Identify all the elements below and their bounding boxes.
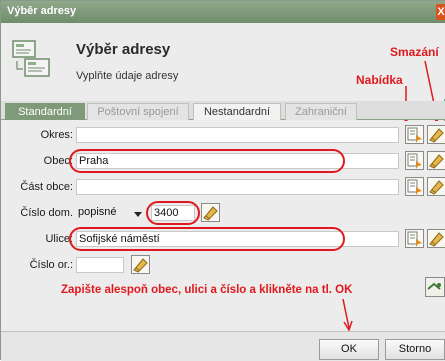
tab-bar: Standardní Poštovní spojení Nestandardní… [1, 101, 445, 120]
address-dialog: Výběr adresy X Výběr adresy Vyplňte údaj… [0, 0, 445, 360]
cast-obce-input[interactable] [76, 179, 399, 195]
cislo-or-clear-icon[interactable] [131, 255, 150, 274]
instruction-text: Zapište alespoň obec, ulici a číslo a kl… [61, 284, 352, 296]
tab-zahranicni[interactable]: Zahraniční [285, 103, 357, 120]
address-cards-icon [11, 39, 51, 79]
ulice-menu-icon[interactable] [405, 229, 424, 248]
dialog-header: Výběr adresy Vyplňte údaje adresy [1, 23, 445, 99]
instruction-arrow [337, 298, 357, 332]
cast-obce-label: Část obce: [3, 181, 73, 193]
obec-label: Obec: [3, 155, 73, 167]
close-button[interactable]: X [436, 4, 445, 20]
chevron-down-icon[interactable] [134, 212, 142, 217]
cislo-dom-type-select[interactable]: popisné [76, 205, 124, 221]
window-title: Výběr adresy [7, 5, 76, 17]
dialog-footer: OK Storno [1, 331, 445, 361]
storno-button[interactable]: Storno [385, 339, 445, 360]
address-form: Okres: Obec: Praha Část obce: Číslo dom.… [1, 121, 445, 331]
obec-highlight-oval [69, 149, 345, 173]
title-bar[interactable]: Výběr adresy X [1, 1, 445, 23]
obec-clear-icon[interactable] [427, 151, 445, 170]
header-title: Výběr adresy [76, 41, 170, 58]
cislo-or-label: Číslo or.: [3, 259, 73, 271]
cast-obce-clear-icon[interactable] [427, 177, 445, 196]
ulice-highlight-oval [69, 227, 345, 251]
tab-standardni[interactable]: Standardní [5, 103, 85, 120]
tab-postovni-spojeni[interactable]: Poštovní spojení [87, 103, 189, 120]
ok-button[interactable]: OK [319, 339, 379, 360]
obec-menu-icon[interactable] [405, 151, 424, 170]
cislo-dom-highlight-oval [146, 201, 200, 225]
okres-input[interactable] [76, 127, 399, 143]
okres-label: Okres: [3, 129, 73, 141]
cislo-dom-clear-icon[interactable] [201, 203, 220, 222]
ulice-label: Ulice: [3, 233, 73, 245]
tab-nestandardni[interactable]: Nestandardní [193, 103, 281, 120]
cislo-or-input[interactable] [76, 257, 124, 273]
cislo-dom-label: Číslo dom. [3, 207, 73, 219]
ulice-clear-icon[interactable] [427, 229, 445, 248]
okres-menu-icon[interactable] [405, 125, 424, 144]
okres-clear-icon[interactable] [427, 125, 445, 144]
header-subtitle: Vyplňte údaje adresy [76, 70, 178, 82]
map-icon[interactable] [425, 277, 445, 297]
cast-obce-menu-icon[interactable] [405, 177, 424, 196]
